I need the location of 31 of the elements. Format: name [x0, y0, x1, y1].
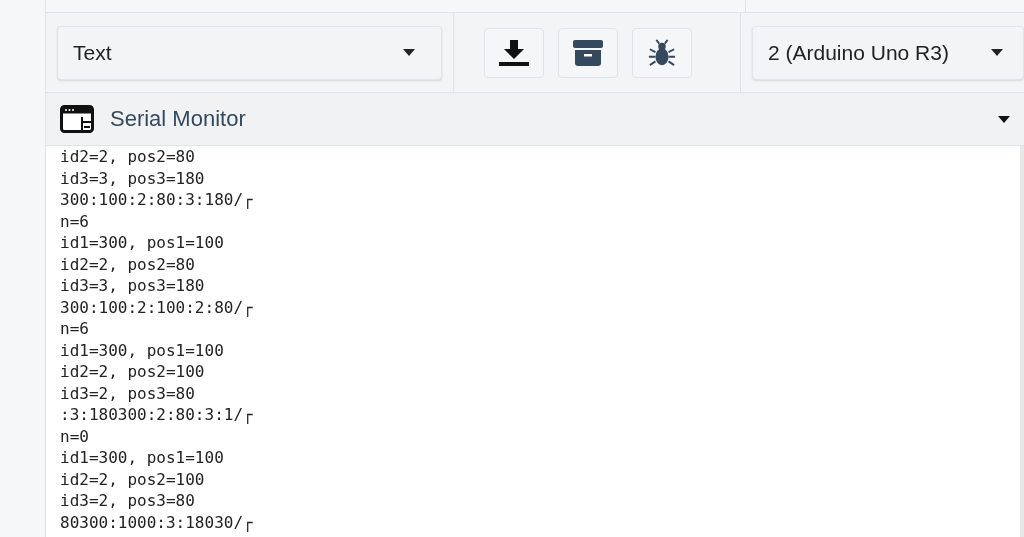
output-line: id2=2, pos2=100 [60, 468, 205, 490]
collapse-caret-icon[interactable] [998, 115, 1010, 123]
debug-button[interactable] [632, 27, 692, 78]
output-line: id1=300, pos1=100 [60, 447, 224, 469]
output-line: 80300:1000:3:18030/┌ [60, 511, 253, 533]
output-line: id2=2, pos2=80 [60, 146, 195, 168]
download-icon [499, 39, 529, 66]
panel-title: Serial Monitor [110, 106, 247, 132]
output-line: n=0 [60, 425, 89, 447]
output-line: id3=2, pos3=80 [60, 382, 195, 404]
output-line: id3=3, pos3=180 [60, 275, 205, 297]
bug-icon [648, 38, 676, 67]
output-line: 300:100:2:80:3:180/┌ [60, 189, 253, 211]
download-button[interactable] [484, 27, 544, 78]
caret-icon [403, 49, 415, 56]
archive-button[interactable] [558, 27, 618, 78]
device-dropdown[interactable]: 2 (Arduino Uno R3) [752, 25, 1024, 80]
output-line: id1=300, pos1=100 [60, 339, 224, 361]
format-dropdown[interactable]: Text [57, 25, 442, 80]
output-line: id2=2, pos2=100 [60, 361, 205, 383]
output-line: id1=300, pos1=100 [60, 232, 224, 254]
output-line: id3=3, pos3=180 [60, 167, 205, 189]
output-line: 300:100:2:100:2:80/┌ [60, 296, 253, 318]
output-line: id3=2, pos3=80 [60, 490, 195, 512]
window-icon [60, 105, 94, 133]
archive-box-icon [573, 39, 603, 66]
output-line: n=6 [60, 318, 89, 340]
output-line: n=6 [60, 210, 89, 232]
output-line: :3:180300:2:80:3:1/┌ [60, 404, 253, 426]
output-line: id2=2, pos2=80 [60, 253, 195, 275]
caret-icon [991, 49, 1003, 56]
